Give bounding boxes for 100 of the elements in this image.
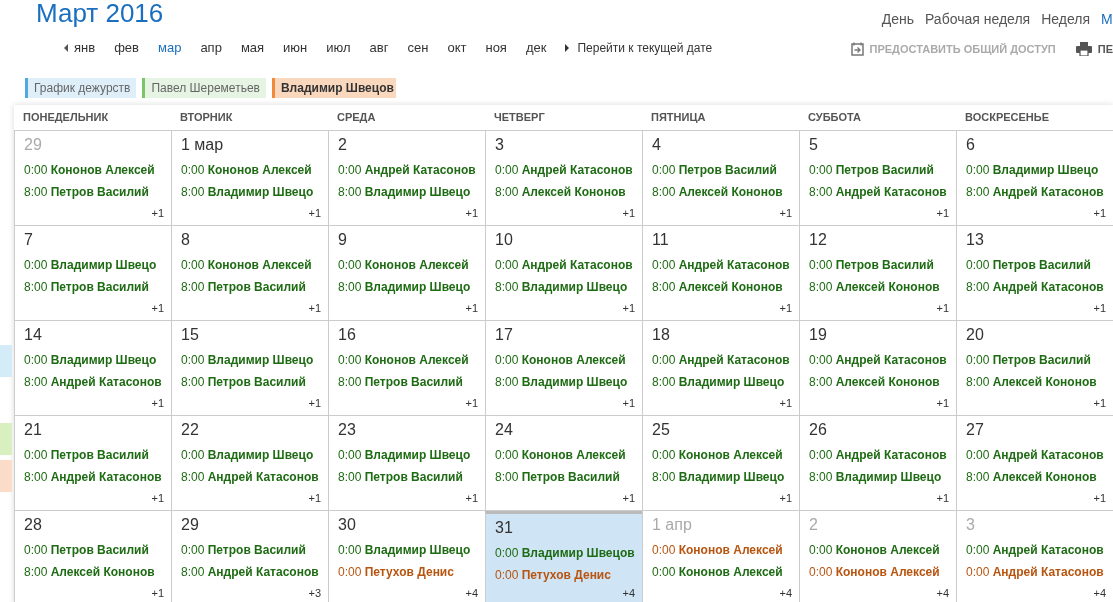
event-entry[interactable]: 8:00 Петров Василий — [181, 373, 328, 390]
month-link[interactable]: сен — [407, 38, 429, 58]
month-link[interactable]: апр — [200, 38, 222, 58]
event-entry[interactable]: 8:00 Андрей Катасонов — [181, 468, 328, 485]
month-link[interactable]: июн — [283, 38, 308, 58]
event-entry[interactable]: 8:00 Владимир Швецо — [338, 183, 485, 200]
event-entry[interactable]: 0:00 Андрей Катасонов — [966, 563, 1113, 580]
event-entry[interactable]: 0:00 Владимир Швецо — [181, 446, 328, 463]
view-tab[interactable]: День — [881, 9, 914, 30]
more-count[interactable]: +1 — [1093, 395, 1106, 412]
event-entry[interactable]: 8:00 Петров Василий — [24, 183, 171, 200]
calendar-tag[interactable]: График дежурств — [25, 77, 137, 98]
event-entry[interactable]: 0:00 Андрей Катасонов — [966, 446, 1113, 463]
event-entry[interactable]: 0:00 Петухов Денис — [495, 566, 642, 583]
event-entry[interactable]: 0:00 Кононов Алексей — [495, 446, 642, 463]
more-count[interactable]: +1 — [151, 490, 164, 507]
event-entry[interactable]: 0:00 Петров Василий — [24, 541, 171, 558]
event-entry[interactable]: 8:00 Андрей Катасонов — [966, 183, 1113, 200]
day-cell[interactable]: 31 0:00 Владимир Швецов 0:00 Петухов Денис +4 — [485, 510, 642, 602]
more-count[interactable]: +1 — [936, 300, 949, 317]
more-count[interactable]: +1 — [151, 205, 164, 222]
more-count[interactable]: +1 — [465, 205, 478, 222]
calendar-tag[interactable]: Владимир Швецов — [271, 77, 396, 98]
event-entry[interactable]: 8:00 Алексей Кононов — [966, 468, 1113, 485]
month-link[interactable]: дек — [525, 38, 547, 58]
event-entry[interactable]: 8:00 Алексей Кононов — [809, 373, 956, 390]
month-link[interactable]: янв — [74, 38, 96, 58]
event-entry[interactable]: 0:00 Петров Василий — [24, 446, 171, 463]
event-entry[interactable]: 8:00 Алексей Кононов — [809, 278, 956, 295]
more-count[interactable]: +4 — [1093, 585, 1106, 602]
more-count[interactable]: +1 — [1093, 490, 1106, 507]
more-count[interactable]: +1 — [779, 300, 792, 317]
more-count[interactable]: +1 — [465, 300, 478, 317]
more-count[interactable]: +4 — [622, 585, 635, 602]
event-entry[interactable]: 0:00 Кононов Алексей — [24, 161, 171, 178]
event-entry[interactable]: 8:00 Владимир Швецо — [495, 373, 642, 390]
event-entry[interactable]: 8:00 Владимир Швецо — [652, 468, 799, 485]
event-entry[interactable]: 0:00 Андрей Катасонов — [809, 351, 956, 368]
event-entry[interactable]: 0:00 Владимир Швецов — [495, 544, 642, 561]
event-entry[interactable]: 0:00 Кононов Алексей — [652, 541, 799, 558]
event-entry[interactable]: 8:00 Алексей Кононов — [652, 278, 799, 295]
event-entry[interactable]: 8:00 Петров Василий — [181, 278, 328, 295]
event-entry[interactable]: 0:00 Андрей Катасонов — [652, 351, 799, 368]
event-entry[interactable]: 8:00 Алексей Кононов — [966, 373, 1113, 390]
event-entry[interactable]: 8:00 Петров Василий — [338, 468, 485, 485]
event-entry[interactable]: 0:00 Владимир Швецо — [24, 256, 171, 273]
month-link[interactable]: авг — [369, 38, 389, 58]
view-tab[interactable]: Неделя — [1041, 9, 1090, 30]
event-entry[interactable]: 8:00 Владимир Швецо — [338, 278, 485, 295]
event-entry[interactable]: 8:00 Петров Василий — [24, 278, 171, 295]
event-entry[interactable]: 8:00 Андрей Катасонов — [24, 468, 171, 485]
more-count[interactable]: +1 — [936, 395, 949, 412]
event-entry[interactable]: 8:00 Андрей Катасонов — [181, 563, 328, 580]
event-entry[interactable]: 0:00 Петров Василий — [809, 161, 956, 178]
event-entry[interactable]: 0:00 Андрей Катасонов — [966, 541, 1113, 558]
more-count[interactable]: +1 — [308, 490, 321, 507]
previous-arrow-icon[interactable] — [64, 43, 68, 52]
more-count[interactable]: +1 — [308, 205, 321, 222]
event-entry[interactable]: 0:00 Андрей Катасонов — [495, 256, 642, 273]
more-count[interactable]: +1 — [936, 490, 949, 507]
event-entry[interactable]: 0:00 Кононов Алексей — [181, 256, 328, 273]
more-count[interactable]: +1 — [151, 585, 164, 602]
more-count[interactable]: +4 — [779, 585, 792, 602]
more-count[interactable]: +3 — [308, 585, 321, 602]
event-entry[interactable]: 0:00 Петров Василий — [652, 161, 799, 178]
event-entry[interactable]: 0:00 Петров Василий — [181, 541, 328, 558]
event-entry[interactable]: 0:00 Кононов Алексей — [495, 351, 642, 368]
more-count[interactable]: +1 — [308, 300, 321, 317]
day-cell[interactable]: 13 0:00 Петров Василий 8:00 Андрей Катасонов +1 — [956, 225, 1113, 320]
event-entry[interactable]: 8:00 Владимир Швецо — [181, 183, 328, 200]
more-count[interactable]: +1 — [151, 300, 164, 317]
today-link[interactable]: Перейти к текущей дате — [577, 38, 713, 57]
month-link[interactable]: мар — [157, 38, 182, 58]
more-count[interactable]: +1 — [308, 395, 321, 412]
event-entry[interactable]: 0:00 Владимир Швецо — [966, 161, 1113, 178]
more-count[interactable]: +1 — [779, 490, 792, 507]
event-entry[interactable]: 0:00 Андрей Катасонов — [809, 446, 956, 463]
event-entry[interactable]: 0:00 Петухов Денис — [338, 563, 485, 580]
next-arrow-icon[interactable] — [565, 43, 570, 52]
day-cell[interactable]: 27 0:00 Андрей Катасонов 8:00 Алексей Кононов +1 — [956, 415, 1113, 510]
event-entry[interactable]: 8:00 Владимир Швецо — [495, 278, 642, 295]
month-link[interactable]: фев — [114, 38, 139, 58]
more-count[interactable]: +1 — [622, 490, 635, 507]
day-cell[interactable]: 20 0:00 Петров Василий 8:00 Алексей Кононов +1 — [956, 320, 1113, 415]
event-entry[interactable]: 0:00 Кононов Алексей — [809, 563, 956, 580]
view-tab[interactable]: Рабочая неделя — [925, 9, 1031, 30]
event-entry[interactable]: 8:00 Владимир Швецо — [652, 373, 799, 390]
month-link[interactable]: окт — [447, 38, 467, 58]
event-entry[interactable]: 8:00 Андрей Катасонов — [966, 278, 1113, 295]
event-entry[interactable]: 0:00 Петров Василий — [966, 351, 1113, 368]
more-count[interactable]: +1 — [936, 205, 949, 222]
more-count[interactable]: +1 — [779, 205, 792, 222]
event-entry[interactable]: 8:00 Алексей Кононов — [24, 563, 171, 580]
more-count[interactable]: +4 — [936, 585, 949, 602]
month-link[interactable]: мая — [240, 38, 265, 58]
print-button[interactable]: ПЕ — [1075, 41, 1113, 58]
more-count[interactable]: +1 — [622, 395, 635, 412]
event-entry[interactable]: 0:00 Владимир Швецо — [338, 446, 485, 463]
event-entry[interactable]: 0:00 Петров Василий — [809, 256, 956, 273]
event-entry[interactable]: 0:00 Владимир Швецо — [24, 351, 171, 368]
